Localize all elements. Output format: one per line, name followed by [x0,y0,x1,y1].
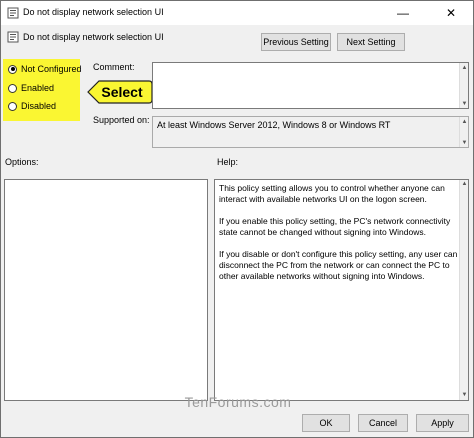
cancel-button[interactable]: Cancel [358,414,408,432]
policy-dialog: Do not display network selection UI — ✕ … [0,0,474,438]
supported-on-value: At least Windows Server 2012, Windows 8 … [157,120,391,130]
scroll-up-icon[interactable]: ▲ [460,63,469,72]
scroll-up-icon[interactable]: ▲ [460,180,469,189]
radio-label: Disabled [21,101,57,111]
radio-enabled[interactable]: Enabled [8,83,54,93]
comment-scrollbar[interactable]: ▲ ▼ [459,63,468,108]
help-paragraph: This policy setting allows you to contro… [219,183,445,204]
comment-label: Comment: [93,62,135,72]
scroll-up-icon[interactable]: ▲ [460,117,469,126]
radio-indicator [8,64,17,74]
policy-setting-icon [7,31,19,43]
apply-button[interactable]: Apply [416,414,469,432]
supported-on-label: Supported on: [93,115,150,125]
radio-disabled[interactable]: Disabled [8,101,56,111]
help-label: Help: [217,157,239,167]
help-scrollbar[interactable]: ▲ ▼ [459,180,468,400]
previous-setting-button[interactable]: Previous Setting [261,33,331,51]
policy-setting-icon [7,7,19,19]
radio-not-configured[interactable]: Not Configured [8,64,82,74]
next-setting-button[interactable]: Next Setting [337,33,405,51]
close-button[interactable]: ✕ [429,1,473,25]
policy-name: Do not display network selection UI [23,32,164,42]
supported-on-field: At least Windows Server 2012, Windows 8 … [152,116,469,148]
minimize-icon: — [397,6,409,20]
scroll-down-icon[interactable]: ▼ [460,99,469,108]
options-panel [4,179,208,401]
radio-label: Not Configured [21,64,82,74]
help-panel: This policy setting allows you to contro… [214,179,469,401]
comment-field[interactable]: ▲ ▼ [152,62,469,109]
callout-label: Select [101,84,143,100]
minimize-button[interactable]: — [381,1,425,25]
radio-label: Enabled [21,83,55,93]
close-icon: ✕ [445,6,457,20]
ok-button[interactable]: OK [302,414,350,432]
radio-indicator [8,101,17,111]
radio-indicator [8,83,17,93]
options-label: Options: [5,157,39,167]
scroll-down-icon[interactable]: ▼ [460,138,469,147]
supported-scrollbar[interactable]: ▲ ▼ [459,117,468,147]
scroll-down-icon[interactable]: ▼ [460,391,469,400]
help-paragraph: If you disable or don't configure this p… [219,249,458,281]
help-paragraph: If you enable this policy setting, the P… [219,216,451,237]
watermark: TenForums.com [184,394,292,410]
title-bar: Do not display network selection UI — ✕ [1,1,473,25]
window-title: Do not display network selection UI [23,7,164,17]
